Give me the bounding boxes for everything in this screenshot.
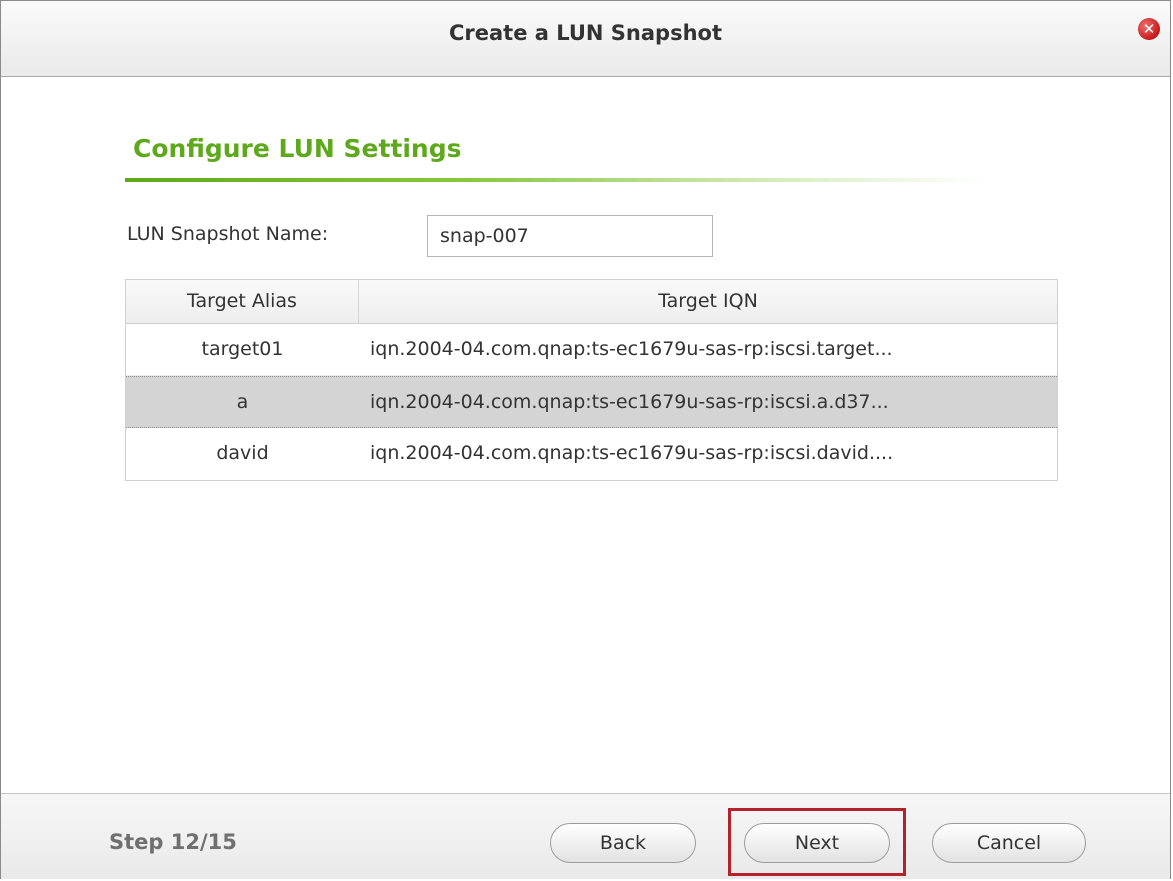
target-iqn-cell: iqn.2004-04.com.qnap:ts-ec1679u-sas-rp:i… [370, 442, 894, 464]
target-iqn-cell: iqn.2004-04.com.qnap:ts-ec1679u-sas-rp:i… [370, 391, 889, 413]
cancel-button[interactable]: Cancel [932, 823, 1086, 863]
create-lun-snapshot-dialog: Create a LUN Snapshot ✕ Configure LUN Se… [0, 0, 1171, 879]
step-indicator: Step 12/15 [109, 830, 237, 854]
section-divider [125, 178, 985, 182]
target-iqn-cell: iqn.2004-04.com.qnap:ts-ec1679u-sas-rp:i… [370, 338, 893, 360]
snapshot-name-input[interactable] [427, 215, 713, 257]
dialog-footer: Step 12/15 Back Next Cancel [1, 793, 1170, 879]
target-table: Target Alias Target IQN target01 iqn.200… [125, 279, 1058, 481]
target-alias-cell: target01 [201, 338, 284, 360]
back-button[interactable]: Back [550, 823, 696, 863]
target-alias-cell: a [236, 391, 249, 413]
table-header: Target Alias Target IQN [126, 280, 1057, 324]
table-row[interactable]: target01 iqn.2004-04.com.qnap:ts-ec1679u… [126, 324, 1057, 376]
dialog-title: Create a LUN Snapshot [448, 21, 723, 45]
snapshot-name-label: LUN Snapshot Name: [127, 223, 329, 245]
column-header-target-iqn[interactable]: Target IQN [359, 280, 1057, 323]
next-button[interactable]: Next [744, 823, 890, 863]
column-header-target-alias[interactable]: Target Alias [126, 280, 359, 323]
table-row[interactable]: david iqn.2004-04.com.qnap:ts-ec1679u-sa… [126, 428, 1057, 480]
table-row-selected[interactable]: a iqn.2004-04.com.qnap:ts-ec1679u-sas-rp… [126, 376, 1057, 428]
dialog-title-bar: Create a LUN Snapshot ✕ [1, 1, 1170, 77]
close-icon[interactable]: ✕ [1138, 18, 1160, 40]
section-title: Configure LUN Settings [133, 134, 462, 163]
target-alias-cell: david [216, 442, 269, 464]
